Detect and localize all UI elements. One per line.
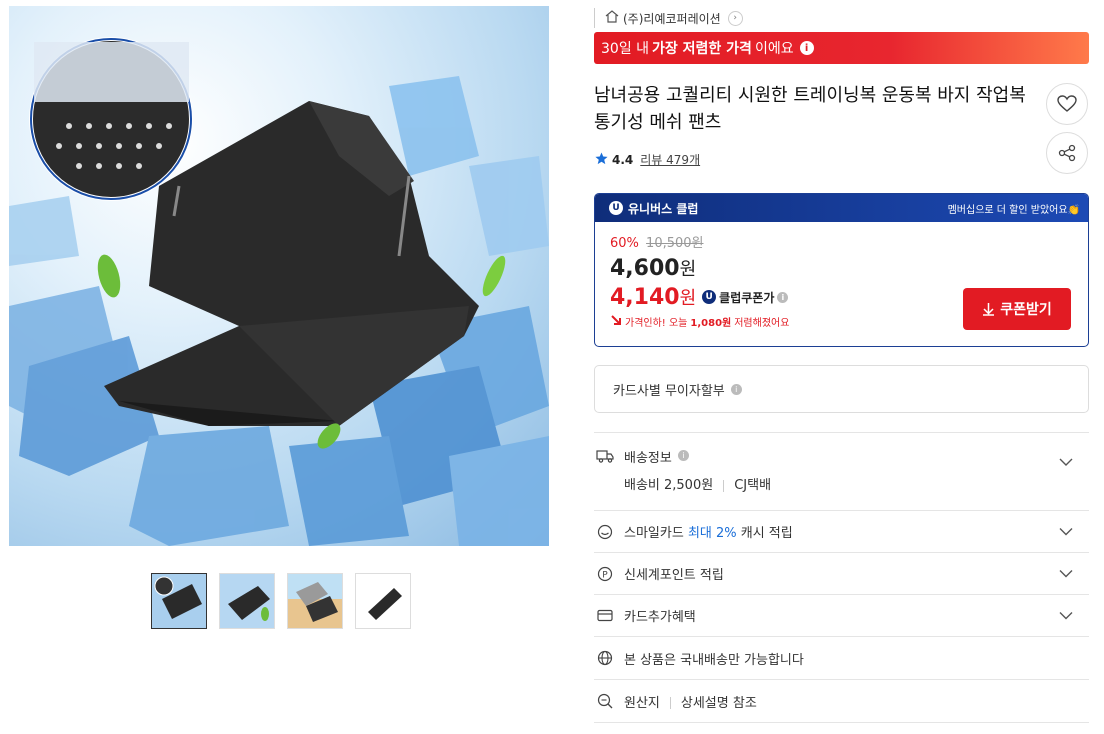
info-icon[interactable]: i [777,291,789,303]
card-icon [596,607,614,625]
installment-info[interactable]: 카드사별 무이자할부 i [594,365,1089,413]
sale-price: 4,600원 [610,255,1073,281]
card-extra-label: 카드추가혜택 [624,610,696,625]
shipping-row[interactable]: 배송정보 i 배송비 2,500원 CJ택배 [594,433,1089,511]
sale-price-amount: 4,600 [610,256,680,281]
rating-score: 4.4 [612,152,634,167]
shipping-label: 배송정보 [624,451,672,466]
club-header: U 유니버스 클럽 멤버십으로 더 할인 받았어요👏 [595,194,1088,222]
thumbnail-1[interactable] [151,573,207,629]
shinsegae-point-row[interactable]: P 신세계포인트 적립 [594,553,1089,595]
price-drop-amount: 1,080원 [690,318,732,329]
review-count-link[interactable]: 리뷰 479개 [640,151,700,168]
origin-row: 원산지 상세설명 참조 [594,680,1089,723]
shipping-details: 배송비 2,500원 CJ택배 [624,474,771,493]
seller-link[interactable]: (주)리예코퍼레이션 › [594,8,743,28]
promo-highlight: 가장 저렴한 가격 [652,41,752,57]
shinsegae-label: 신세계포인트 적립 [624,568,724,583]
download-icon [983,303,995,316]
info-icon[interactable]: i [677,450,689,461]
thumbnail-4[interactable] [355,573,411,629]
thumbnail-strip [151,573,411,629]
point-icon: P [596,565,614,583]
original-price: 10,500원 [646,236,704,251]
domestic-shipping-row: 본 상품은 국내배송만 가능합니다 [594,637,1089,680]
shipping-fee: 배송비 2,500원 [624,478,714,493]
heart-icon [1057,95,1077,112]
get-coupon-label: 쿠폰받기 [1000,302,1052,318]
club-note: 멤버십으로 더 할인 받았어요👏 [947,204,1080,216]
search-origin-icon [596,692,614,710]
home-icon [605,10,619,26]
smile-highlight: 최대 2% [687,526,737,541]
club-name: 유니버스 클럽 [628,201,699,216]
info-icon[interactable]: i [799,41,814,55]
chevron-down-icon[interactable] [1059,524,1073,539]
shipping-carrier: CJ택배 [734,478,772,493]
rating-summary: 4.4 리뷰 479개 [595,151,700,168]
coupon-price-amount: 4,140 [610,285,680,310]
universe-badge-icon: U [609,201,623,215]
coupon-price-label: 클럽쿠폰가 [719,290,775,305]
origin-label: 원산지 [624,695,660,711]
sale-price-currency: 원 [679,259,697,280]
promo-suffix: 이에요 [754,41,794,57]
installment-label: 카드사별 무이자할부 [613,383,725,399]
chevron-down-icon[interactable] [1059,455,1073,470]
origin-value: 상세설명 참조 [680,695,757,711]
thumbnail-3[interactable] [287,573,343,629]
info-icon[interactable]: i [730,383,742,395]
smile-suffix: 캐시 적립 [736,526,793,541]
discount-rate: 60% [610,236,639,251]
globe-icon [596,649,614,667]
promo-prefix: 30일 내 [601,41,650,57]
wishlist-button[interactable] [1046,83,1088,125]
share-button[interactable] [1046,132,1088,174]
benefit-list: 배송정보 i 배송비 2,500원 CJ택배 스마일카드 최대 2% 캐시 적립 … [594,432,1089,723]
product-title: 남녀공용 고퀄리티 시원한 트레이닝복 운동복 바지 작업복 통기성 메쉬 팬츠 [594,85,1026,133]
get-coupon-button[interactable]: 쿠폰받기 [963,288,1071,330]
price-drop-prefix: 가격인하! 오늘 [625,318,688,329]
star-icon [595,152,608,168]
domestic-label: 본 상품은 국내배송만 가능합니다 [624,652,804,668]
smile-card-row[interactable]: 스마일카드 최대 2% 캐시 적립 [594,511,1089,553]
discount-line: 60% 10,500원 [610,232,1073,251]
universe-badge-icon: U [702,290,717,304]
chevron-down-icon[interactable] [1059,608,1073,623]
main-product-image [9,6,549,546]
universe-club-box: U 유니버스 클럽 멤버십으로 더 할인 받았어요👏 60% 10,500원 4… [594,193,1089,347]
share-icon [1058,144,1076,162]
price-drop-arrow-icon [610,314,622,329]
lowest-price-banner: 30일 내 가장 저렴한 가격 이에요 i [594,32,1089,64]
chevron-down-icon[interactable] [1059,566,1073,581]
card-benefit-row[interactable]: 카드추가혜택 [594,595,1089,637]
smile-prefix: 스마일카드 [624,526,688,541]
truck-icon [596,447,614,465]
smile-card-icon [596,523,614,541]
chevron-right-icon: › [727,10,743,26]
seller-name: (주)리예코퍼레이션 [623,11,721,26]
svg-text:P: P [602,570,608,580]
thumbnail-2[interactable] [219,573,275,629]
coupon-price-currency: 원 [679,288,697,309]
price-drop-suffix: 저렴해졌어요 [734,318,790,329]
